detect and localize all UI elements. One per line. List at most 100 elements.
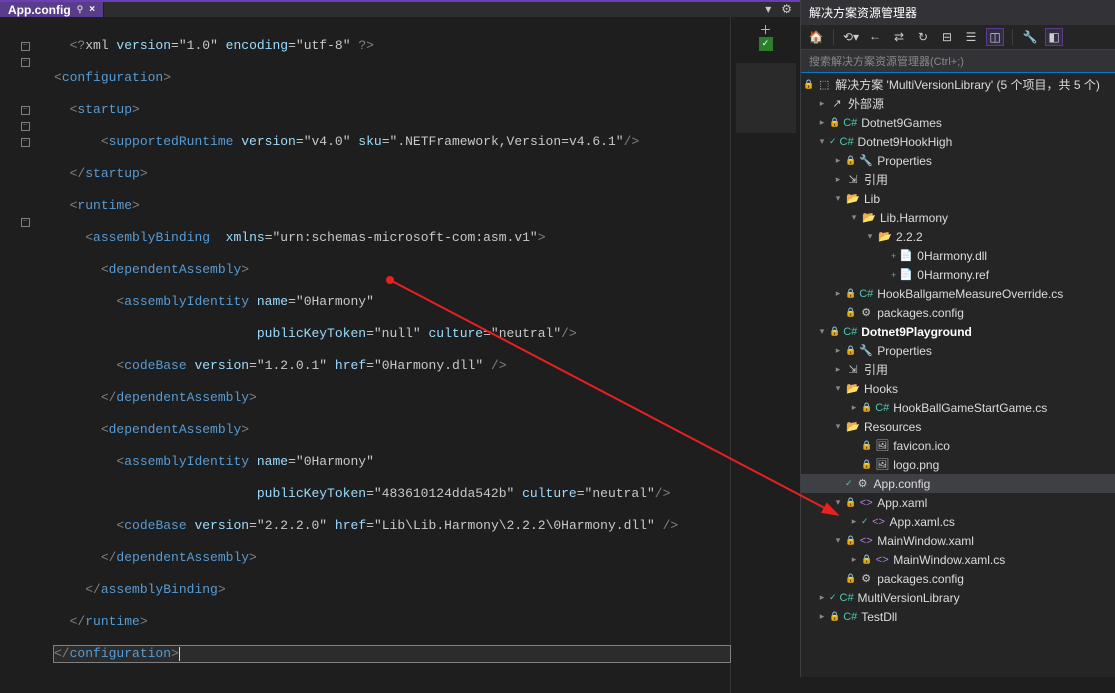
tree-item[interactable]: 🔒C#HookBallgameMeasureOverride.cs: [801, 284, 1115, 303]
tree-item[interactable]: +📄0Harmony.ref: [801, 265, 1115, 284]
search-box[interactable]: 搜索解决方案资源管理器(Ctrl+;): [801, 50, 1115, 73]
folder-icon: 📂: [845, 192, 861, 205]
references-icon: ⇲: [845, 363, 861, 376]
tab-bar: App.config ⚲ × ▾ ⚙: [0, 2, 800, 17]
tree-item[interactable]: 🔒🔧Properties: [801, 151, 1115, 170]
arrow-icon[interactable]: [815, 117, 829, 128]
pin-icon[interactable]: ⚲: [77, 4, 84, 15]
arrow-icon[interactable]: [847, 554, 861, 565]
project-node[interactable]: 🔒C#TestDll: [801, 607, 1115, 626]
code-editor[interactable]: <?xml version="1.0" encoding="utf-8" ?> …: [50, 17, 730, 693]
fold-icon[interactable]: −: [21, 218, 30, 227]
project-node[interactable]: ✓C#MultiVersionLibrary: [801, 588, 1115, 607]
tree-item[interactable]: +📄0Harmony.dll: [801, 246, 1115, 265]
back-icon[interactable]: ←: [866, 28, 884, 46]
arrow-icon[interactable]: [831, 364, 845, 375]
tree-item[interactable]: 📂Resources: [801, 417, 1115, 436]
tab-app-config[interactable]: App.config ⚲ ×: [0, 2, 104, 17]
refresh-icon[interactable]: ↻: [914, 28, 932, 46]
panel-title: 解决方案资源管理器: [801, 0, 1115, 25]
wrench-icon: 🔧: [858, 154, 874, 167]
cs-project-icon: C#: [839, 592, 855, 604]
tree-item[interactable]: 🔒C#HookBallGameStartGame.cs: [801, 398, 1115, 417]
solution-icon: ⬚: [816, 78, 832, 91]
tree-item[interactable]: ⇲引用: [801, 360, 1115, 379]
fold-icon[interactable]: −: [21, 58, 30, 67]
arrow-icon[interactable]: [847, 402, 861, 413]
tree-item[interactable]: 🔒⚙packages.config: [801, 303, 1115, 322]
tree-item[interactable]: 🔒⚙packages.config: [801, 569, 1115, 588]
cs-project-icon: C#: [842, 117, 858, 129]
fold-icon[interactable]: −: [21, 106, 30, 115]
image-icon: 🖼: [874, 458, 890, 471]
sync-icon[interactable]: ⇄: [890, 28, 908, 46]
arrow-icon[interactable]: [831, 288, 845, 299]
arrow-icon[interactable]: [831, 345, 845, 356]
lock-icon: 🔒: [829, 611, 840, 622]
tree-item[interactable]: 📂2.2.2: [801, 227, 1115, 246]
home-icon[interactable]: 🏠: [807, 28, 825, 46]
arrow-icon[interactable]: [831, 174, 845, 185]
check-icon: ✓: [845, 478, 853, 489]
cs-file-icon: C#: [874, 402, 890, 414]
arrow-icon[interactable]: [847, 212, 861, 223]
properties-icon[interactable]: 🔧: [1021, 28, 1039, 46]
solution-tree[interactable]: 🔒⬚解决方案 'MultiVersionLibrary' (5 个项目，共 5 …: [801, 73, 1115, 677]
file-icon: 📄: [898, 268, 914, 281]
tree-item[interactable]: 🔒<>MainWindow.xaml.cs: [801, 550, 1115, 569]
arrow-icon[interactable]: [831, 155, 845, 166]
arrow-icon[interactable]: [815, 592, 829, 603]
collapse-all-icon[interactable]: ⊟: [938, 28, 956, 46]
arrow-icon[interactable]: [831, 193, 845, 204]
xaml-icon: <>: [874, 554, 890, 566]
project-node[interactable]: 🔒C#Dotnet9Playground: [801, 322, 1115, 341]
split-icon[interactable]: ＋: [759, 21, 773, 35]
arrow-icon[interactable]: [831, 383, 845, 394]
tree-item[interactable]: 📂Lib: [801, 189, 1115, 208]
tree-item[interactable]: ↗外部源: [801, 94, 1115, 113]
arrow-icon[interactable]: [831, 497, 845, 508]
history-icon[interactable]: ⟲▾: [842, 28, 860, 46]
project-node[interactable]: ✓C#Dotnet9HookHigh: [801, 132, 1115, 151]
tree-item[interactable]: 🔒<>App.xaml: [801, 493, 1115, 512]
stack-icon[interactable]: ☰: [962, 28, 980, 46]
tree-item[interactable]: 🔒🖼favicon.ico: [801, 436, 1115, 455]
tab-dropdown-icon[interactable]: ▾: [765, 2, 771, 17]
arrow-icon[interactable]: [815, 98, 829, 109]
file-status-icon: ✓: [759, 37, 773, 51]
arrow-icon[interactable]: [831, 535, 845, 546]
panel-toolbar: 🏠 ⟲▾ ← ⇄ ↻ ⊟ ☰ ◫ 🔧 ◧: [801, 25, 1115, 50]
tree-item[interactable]: ✓<>App.xaml.cs: [801, 512, 1115, 531]
solution-node[interactable]: 🔒⬚解决方案 'MultiVersionLibrary' (5 个项目，共 5 …: [801, 75, 1115, 94]
arrow-icon[interactable]: [863, 231, 877, 242]
arrow-icon[interactable]: [847, 516, 861, 527]
show-all-icon[interactable]: ◫: [986, 28, 1004, 46]
tree-item[interactable]: ⇲引用: [801, 170, 1115, 189]
fold-icon[interactable]: −: [21, 122, 30, 131]
tree-item-app-config[interactable]: ✓⚙App.config: [801, 474, 1115, 493]
tab-label: App.config: [8, 3, 71, 17]
gutter: − − − − − −: [0, 17, 50, 693]
tree-item[interactable]: 🔒🔧Properties: [801, 341, 1115, 360]
fold-icon[interactable]: −: [21, 42, 30, 51]
arrow-icon[interactable]: [815, 136, 829, 147]
preview-icon[interactable]: ◧: [1045, 28, 1063, 46]
minimap[interactable]: ＋ ✓: [730, 17, 800, 693]
config-icon: ⚙: [858, 572, 874, 585]
tab-settings-icon[interactable]: ⚙: [781, 2, 792, 17]
cs-project-icon: C#: [839, 136, 855, 148]
fold-icon[interactable]: −: [21, 138, 30, 147]
wrench-icon: 🔧: [858, 344, 874, 357]
project-node[interactable]: 🔒C#Dotnet9Games: [801, 113, 1115, 132]
tree-item[interactable]: 🔒🖼logo.png: [801, 455, 1115, 474]
tree-item[interactable]: 📂Hooks: [801, 379, 1115, 398]
config-icon: ⚙: [855, 477, 871, 490]
minimap-thumb[interactable]: [736, 63, 796, 133]
tree-item[interactable]: 📂Lib.Harmony: [801, 208, 1115, 227]
arrow-icon[interactable]: [831, 421, 845, 432]
folder-icon: 📂: [845, 420, 861, 433]
tree-item[interactable]: 🔒<>MainWindow.xaml: [801, 531, 1115, 550]
arrow-icon[interactable]: [815, 611, 829, 622]
arrow-icon[interactable]: [815, 326, 829, 337]
close-icon[interactable]: ×: [89, 4, 95, 15]
